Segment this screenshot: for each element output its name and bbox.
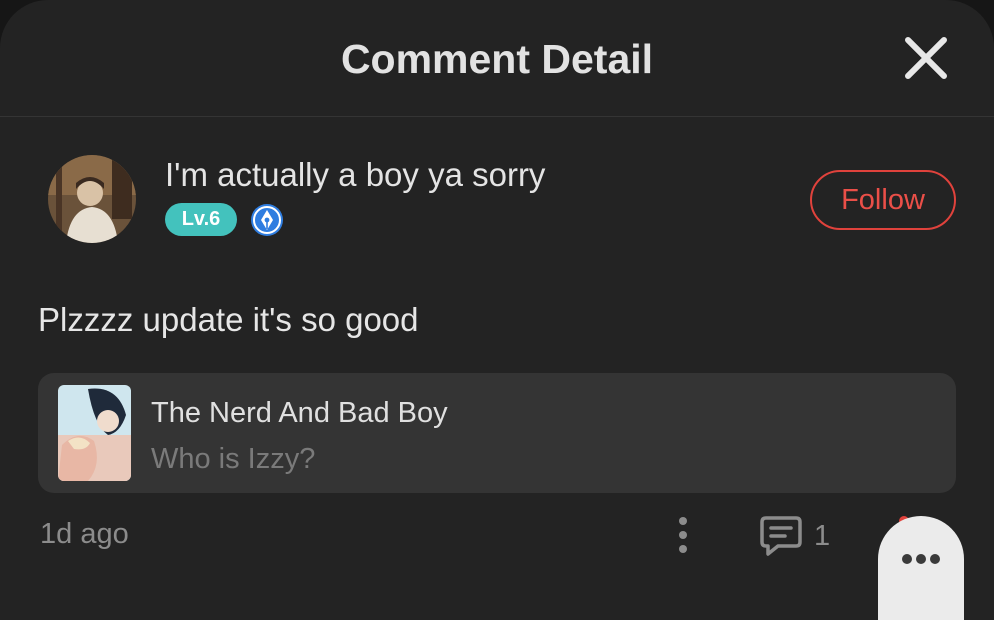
page-title: Comment Detail (340, 36, 654, 82)
close-icon[interactable] (898, 30, 954, 86)
series-cover-image (58, 385, 131, 481)
series-title: The Nerd And Bad Boy (151, 397, 448, 429)
more-horizontal-icon (902, 554, 940, 564)
episode-title: Who is Izzy? (151, 443, 316, 475)
comment-detail-sheet: Comment Detail I'm actually a boy ya sor… (0, 0, 994, 620)
avatar[interactable] (48, 155, 136, 243)
comment-icon[interactable] (758, 512, 804, 558)
username[interactable]: I'm actually a boy ya sorry (165, 156, 545, 194)
floating-more-button[interactable] (878, 516, 964, 620)
level-badge: Lv.6 (165, 203, 237, 236)
comment-timestamp: 1d ago (40, 518, 129, 550)
more-vertical-icon[interactable] (670, 514, 696, 556)
comment-text: Plzzzz update it's so good (38, 301, 419, 338)
pen-nib-icon (251, 204, 283, 236)
series-card[interactable]: The Nerd And Bad Boy Who is Izzy? (38, 373, 956, 493)
header: Comment Detail (0, 0, 994, 117)
reply-count: 1 (814, 520, 831, 552)
follow-button[interactable]: Follow (810, 170, 956, 230)
